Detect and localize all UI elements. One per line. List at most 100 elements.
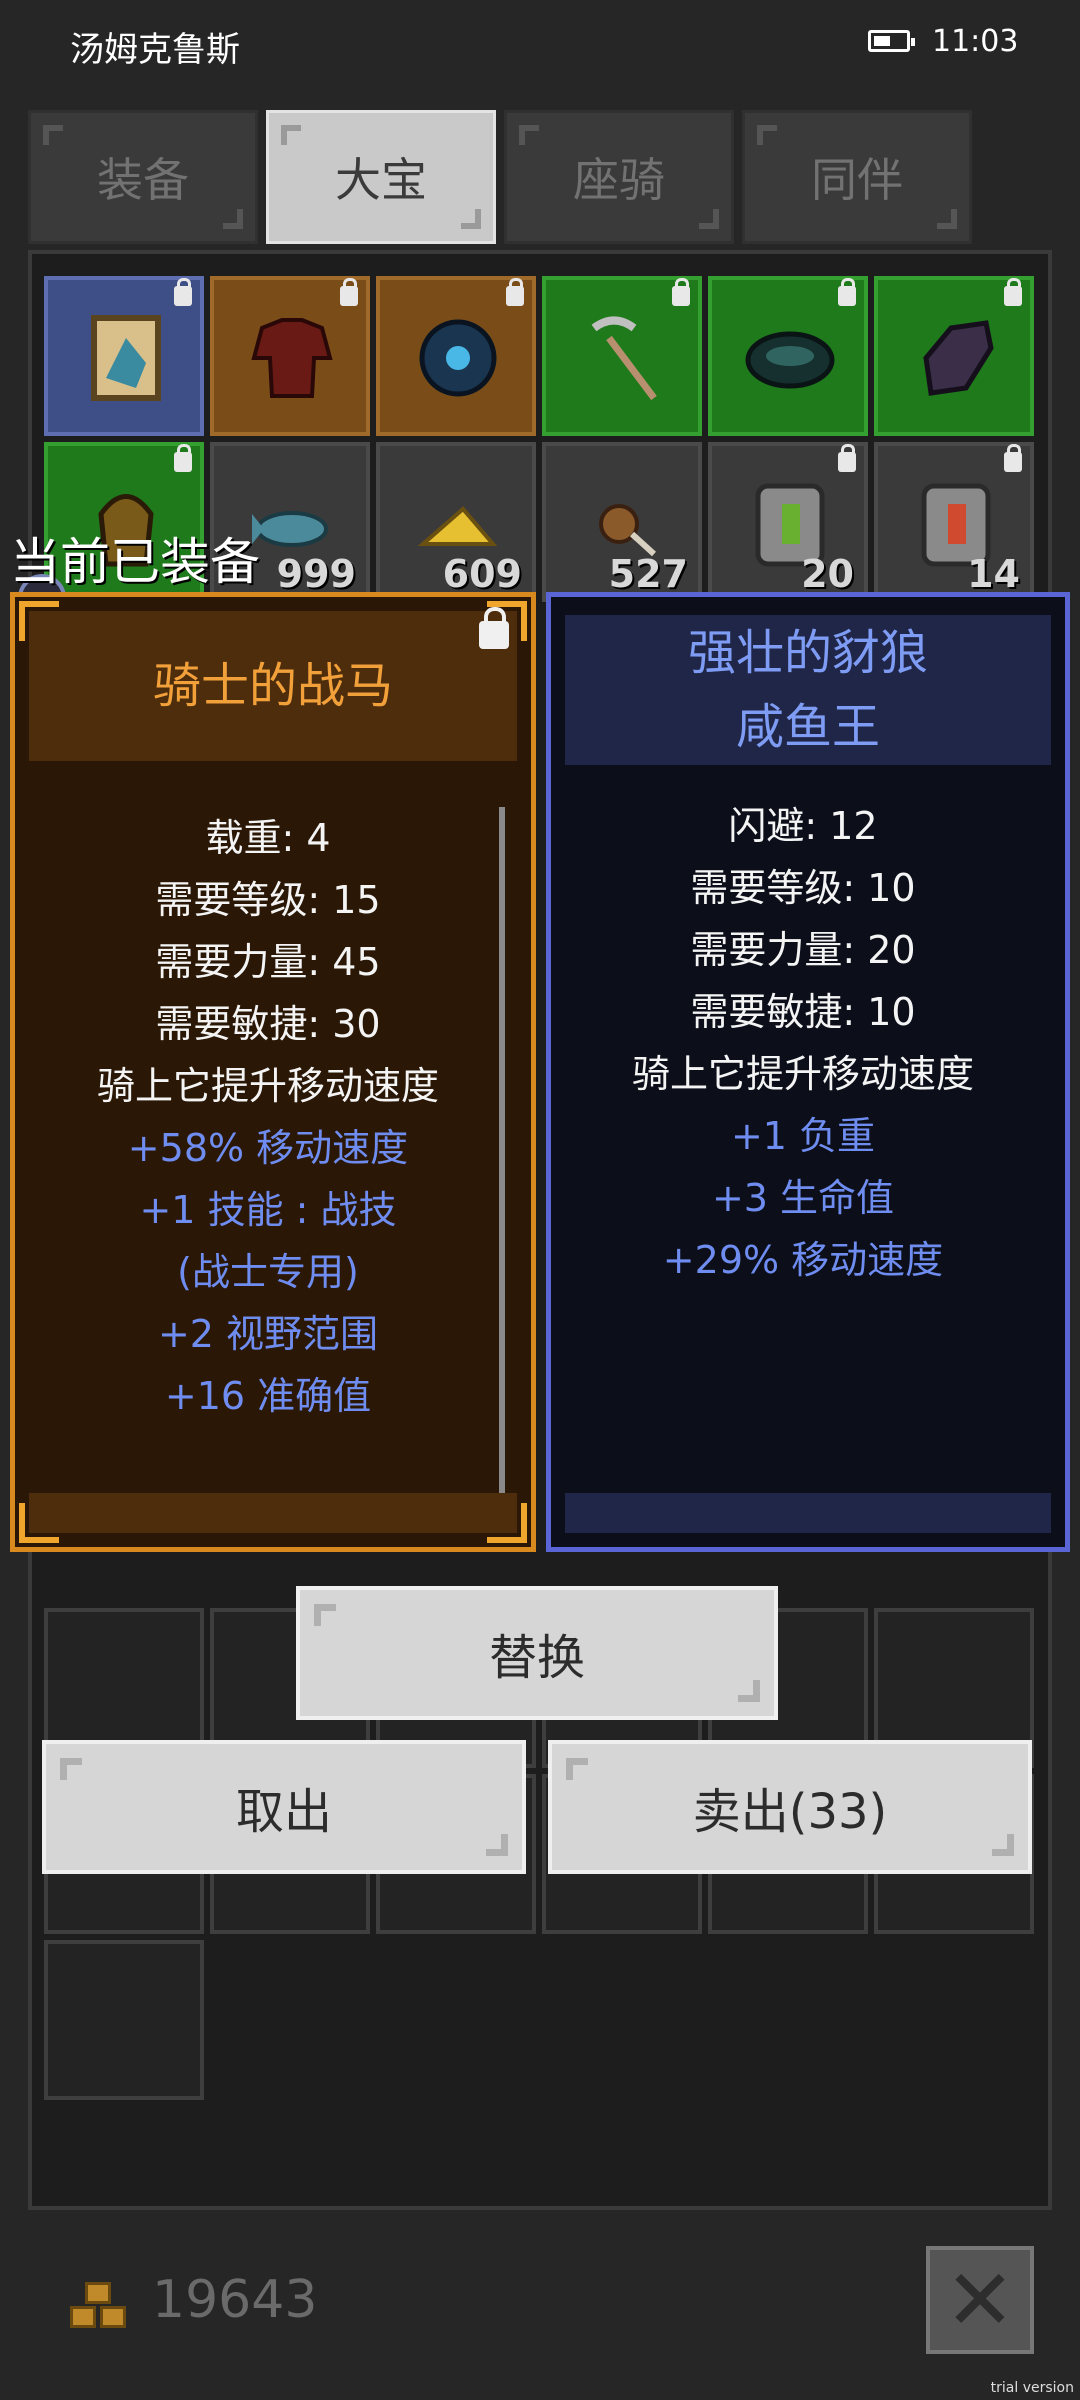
corner-decoration [281, 125, 301, 145]
empty-slot[interactable] [44, 1940, 204, 2100]
close-icon: ✕ [944, 2251, 1016, 2349]
gold-coins-icon [70, 2280, 132, 2332]
stat-line: 需要等级: 15 [155, 878, 381, 922]
blue-orb-icon [419, 319, 497, 397]
card-footer [565, 1493, 1051, 1533]
corner-decoration [314, 1604, 336, 1626]
corner-decoration [60, 1758, 82, 1780]
status-time: 11:03 [932, 24, 1019, 59]
bonus-line: +3 生命值 [711, 1176, 895, 1220]
lock-icon [1004, 278, 1022, 306]
equipped-item-card: 骑士的战马 载重: 4 需要等级: 15 需要力量: 45 需要敏捷: 30 骑… [10, 592, 536, 1552]
corner-decoration [223, 209, 243, 229]
tab-label: 大宝 [335, 153, 427, 207]
corner-decoration [519, 125, 539, 145]
inventory-slot-meat[interactable]: 527 [542, 442, 702, 602]
take-out-button[interactable]: 取出 [42, 1740, 526, 1874]
candidate-item-card: 强壮的豺狼 咸鱼王 闪避: 12 需要等级: 10 需要力量: 20 需要敏捷:… [546, 592, 1070, 1552]
inventory-slot-dark-glove[interactable] [874, 276, 1034, 436]
item-count: 527 [608, 552, 688, 596]
stat-line: 闪避: 12 [728, 804, 878, 848]
close-button[interactable]: ✕ [926, 2246, 1034, 2354]
item-count: 14 [967, 552, 1020, 596]
tab-dabao[interactable]: 大宝 [266, 110, 496, 244]
corner-decoration [43, 125, 63, 145]
dark-shell-icon [745, 331, 835, 389]
corner-decoration [566, 1758, 588, 1780]
dark-glove-icon [923, 320, 994, 396]
sell-button-label: 卖出(33) [692, 1784, 888, 1840]
pickaxe-icon [591, 316, 657, 401]
corner-decoration [757, 125, 777, 145]
stat-line: 需要力量: 20 [690, 928, 916, 972]
inventory-slot-blue-orb[interactable] [376, 276, 536, 436]
stat-line: 载重: 4 [205, 816, 331, 860]
status-bar: 汤姆克鲁斯 11:03 [0, 0, 1080, 86]
corner-decoration [937, 209, 957, 229]
lock-icon [672, 278, 690, 306]
replace-button-label: 替换 [488, 1630, 585, 1686]
lock-icon [174, 278, 192, 306]
tab-companion[interactable]: 同伴 [742, 110, 972, 244]
lock-icon [506, 278, 524, 306]
corner-decoration [992, 1834, 1014, 1856]
inventory-slot-pickaxe[interactable] [542, 276, 702, 436]
corner-decoration [738, 1680, 760, 1702]
corner-decoration [486, 1834, 508, 1856]
stat-line: 骑上它提升移动速度 [631, 1052, 974, 1096]
lock-icon[interactable] [479, 607, 509, 649]
tab-mount[interactable]: 座骑 [504, 110, 734, 244]
scrollbar[interactable] [499, 807, 505, 1497]
bonus-line: +1 负重 [730, 1114, 876, 1158]
gold-amount: 19643 [152, 2270, 318, 2330]
item-count: 609 [442, 552, 522, 596]
card-header: 骑士的战马 [29, 611, 517, 761]
replace-button[interactable]: 替换 [296, 1586, 778, 1720]
lock-icon [174, 444, 192, 472]
scroll-map-icon [91, 315, 161, 401]
card-header: 强壮的豺狼 咸鱼王 [565, 615, 1051, 765]
bonus-line: +1 技能 : 战技 [139, 1188, 397, 1232]
tab-equipment[interactable]: 装备 [28, 110, 258, 244]
inventory-slot-scroll-map[interactable] [44, 276, 204, 436]
tab-label: 座骑 [573, 153, 665, 207]
corner-decoration [461, 209, 481, 229]
red-armor-icon [251, 318, 333, 398]
bonus-line: +2 视野范围 [157, 1312, 379, 1356]
bonus-line: +58% 移动速度 [127, 1126, 409, 1170]
status-title: 汤姆克鲁斯 [70, 30, 240, 70]
equipped-label: 当前已装备 [10, 533, 260, 591]
take-out-button-label: 取出 [235, 1784, 332, 1840]
lock-icon [838, 278, 856, 306]
inventory-slot-scroll-3[interactable]: 20 [708, 442, 868, 602]
tab-label: 装备 [97, 153, 189, 207]
tab-bar: 装备 大宝 座骑 同伴 [28, 110, 978, 244]
corner-decoration [699, 209, 719, 229]
card-stats: 载重: 4 需要等级: 15 需要力量: 45 需要敏捷: 30 骑上它提升移动… [35, 807, 501, 1427]
bottom-bar: 19643 ✕ trial version [0, 2210, 1080, 2400]
inventory-slot-scroll-2[interactable]: 14 [874, 442, 1034, 602]
trial-watermark: trial version [990, 2380, 1074, 2396]
stat-line: 骑上它提升移动速度 [96, 1064, 439, 1108]
item-count: 999 [276, 552, 356, 596]
bonus-line: +29% 移动速度 [662, 1238, 944, 1282]
lock-icon [1004, 444, 1022, 472]
bonus-line: +16 准确值 [164, 1374, 372, 1418]
card-stats: 闪避: 12 需要等级: 10 需要力量: 20 需要敏捷: 10 骑上它提升移… [571, 795, 1035, 1291]
battery-icon [868, 30, 915, 52]
card-title: 强壮的豺狼 [687, 625, 928, 681]
item-count: 20 [801, 552, 854, 596]
stat-line: 需要敏捷: 10 [690, 990, 916, 1034]
bonus-line: (战士专用) [177, 1250, 359, 1294]
card-subtitle: 咸鱼王 [735, 699, 880, 755]
inventory-slot-dark-shell[interactable] [708, 276, 868, 436]
tab-label: 同伴 [811, 153, 903, 207]
inventory-slot-red-armor[interactable] [210, 276, 370, 436]
sell-button[interactable]: 卖出(33) [548, 1740, 1032, 1874]
inventory-slot-cheese[interactable]: 609 [376, 442, 536, 602]
stat-line: 需要敏捷: 30 [155, 1002, 381, 1046]
card-title: 骑士的战马 [152, 658, 393, 714]
card-footer [29, 1493, 517, 1533]
stat-line: 需要等级: 10 [690, 866, 916, 910]
stat-line: 需要力量: 45 [155, 940, 381, 984]
